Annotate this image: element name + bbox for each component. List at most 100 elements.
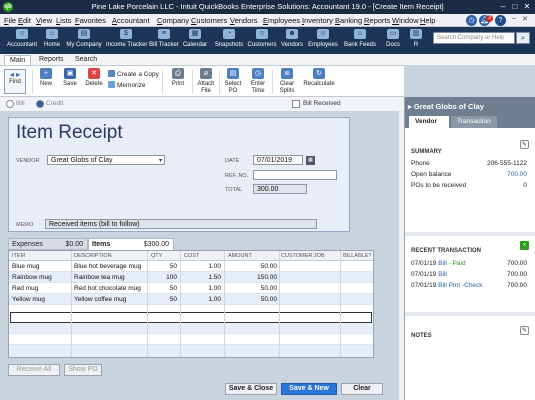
ribbon-divider xyxy=(219,70,220,94)
menu-employees[interactable]: Employees xyxy=(263,16,300,25)
iconbar-bank-feeds[interactable]: ⌂ Bank Feeds xyxy=(343,29,377,53)
iconbar-bill-tracker[interactable]: ≡ Bill Tracker xyxy=(148,29,180,53)
clock-icon[interactable]: ◷ xyxy=(466,15,477,26)
employees-icon: ☺ xyxy=(317,29,329,39)
menu-customers[interactable]: Customers xyxy=(191,16,227,25)
menu-view[interactable]: View xyxy=(36,16,52,25)
table-row[interactable]: Red mug Red hot chocolate mug 50 1.00 50… xyxy=(9,283,373,294)
table-row[interactable]: Blue mug Blue hot beverage mug 50 1.00 5… xyxy=(9,261,373,272)
table-row-empty[interactable] xyxy=(9,334,373,345)
receive-all-button[interactable]: Receive All xyxy=(8,364,60,376)
cell-cost: 1.00 xyxy=(208,296,221,303)
table-row-active[interactable] xyxy=(10,312,372,323)
show-po-button[interactable]: Show PO xyxy=(64,364,102,376)
bill-radio[interactable] xyxy=(6,100,14,108)
iconbar-docs[interactable]: ▭ Docs xyxy=(383,29,403,53)
tab-expenses[interactable]: Expenses $0.00 xyxy=(8,238,88,250)
memorize-button[interactable]: Memorize xyxy=(108,81,146,89)
table-row[interactable]: Yellow mug Yellow coffee mug 50 1.00 50.… xyxy=(9,294,373,305)
open-balance-value[interactable]: 700.00 xyxy=(507,171,527,178)
clear-button[interactable]: Clear xyxy=(341,383,383,395)
vendor-select[interactable]: Great Globs of Clay ▾ xyxy=(47,155,165,165)
iconbar-income-tracker[interactable]: $ Income Tracker xyxy=(106,29,147,53)
menu-help[interactable]: Help xyxy=(420,16,435,25)
cell-qty: 50 xyxy=(169,285,177,292)
menu-vendors[interactable]: Vendors xyxy=(230,16,258,25)
date-field[interactable]: 07/01/2019 xyxy=(253,155,303,165)
print-button[interactable]: ⎙ Print xyxy=(166,68,190,95)
edit-notes-pencil-icon[interactable]: ✎ xyxy=(520,326,529,335)
search-icon[interactable]: ⌕ xyxy=(516,32,530,44)
delete-button[interactable]: ✕ Delete xyxy=(82,68,106,95)
maximize-icon[interactable]: □ xyxy=(509,1,521,12)
clear-splits-button[interactable]: ≣ Clear Splits xyxy=(275,68,299,95)
attach-file-button[interactable]: ⌀ Attach File xyxy=(194,68,218,95)
close-icon[interactable]: ✕ xyxy=(521,1,533,12)
iconbar-vendors[interactable]: ☻ Vendors xyxy=(279,29,305,53)
edit-pencil-icon[interactable]: ✎ xyxy=(520,140,529,149)
txn-type[interactable]: Bill xyxy=(438,271,447,278)
column-divider xyxy=(279,251,280,357)
memo-field[interactable]: Received items (bill to follow) xyxy=(45,219,317,229)
iconbar-home[interactable]: ⌂ Home xyxy=(42,29,62,53)
menu-file[interactable]: File xyxy=(4,16,16,25)
menu-accountant[interactable]: Accountant xyxy=(112,16,150,25)
iconbar-snapshots[interactable]: ◔ Snapshots xyxy=(214,29,244,53)
txn-type[interactable]: Bill Pmt -Check xyxy=(438,282,482,289)
search-input[interactable]: Search Company or Help xyxy=(433,32,515,44)
credit-radio[interactable] xyxy=(36,100,44,108)
calendar-icon[interactable]: ▦ xyxy=(306,156,315,165)
find-button[interactable]: ◂ ▸ Find xyxy=(4,69,26,94)
iconbar-accountant[interactable]: ☺ Accountant xyxy=(6,29,38,53)
new-button[interactable]: + New xyxy=(34,68,58,95)
iconbar-customers[interactable]: ☺ Customers xyxy=(247,29,277,53)
table-row[interactable]: Rainbow mug Rainbow tea mug 100 1.50 150… xyxy=(9,272,373,283)
ref-no-field[interactable] xyxy=(253,170,337,180)
total-label: TOTAL xyxy=(225,187,243,193)
delete-icon: ✕ xyxy=(88,68,100,79)
tab-items[interactable]: Items $300.00 xyxy=(88,238,174,250)
tab-search[interactable]: Search xyxy=(70,55,102,65)
txn-type[interactable]: Bill xyxy=(438,260,447,267)
save-new-button[interactable]: Save & New xyxy=(281,383,337,395)
tab-expenses-label: Expenses xyxy=(12,241,43,248)
child-close-icon[interactable]: ✕ xyxy=(520,15,530,26)
tab-vendor[interactable]: Vendor xyxy=(409,116,449,128)
save-close-button[interactable]: Save & Close xyxy=(225,383,277,395)
tab-transaction[interactable]: Transaction xyxy=(451,116,497,128)
table-row-empty[interactable] xyxy=(9,323,373,334)
tab-reports[interactable]: Reports xyxy=(34,55,69,65)
iconbar-employees[interactable]: ☺ Employees xyxy=(308,29,338,53)
recalculate-button[interactable]: ↻ Recalculate xyxy=(302,68,336,95)
create-copy-button[interactable]: Create a Copy xyxy=(108,70,159,78)
save-button[interactable]: ▣ Save xyxy=(58,68,82,95)
cell-description: Yellow coffee mug xyxy=(74,296,127,303)
iconbar-calendar[interactable]: ▦ Calendar xyxy=(182,29,208,53)
table-row-empty[interactable] xyxy=(9,345,373,357)
menu-inventory[interactable]: Inventory xyxy=(302,16,333,25)
select-po-button[interactable]: ▤ Select PO xyxy=(221,68,245,95)
help-icon[interactable]: ? xyxy=(495,15,506,26)
column-divider xyxy=(180,251,181,357)
menu-reports[interactable]: Reports xyxy=(364,16,390,25)
txn-date: 07/01/19 xyxy=(411,271,437,278)
collapse-arrow-icon[interactable]: ▸ xyxy=(408,102,412,111)
col-customer-job: CUSTOMER:JOB xyxy=(281,253,325,259)
menu-lists[interactable]: Lists xyxy=(56,16,71,25)
excel-export-icon[interactable]: x xyxy=(520,241,529,250)
tab-main[interactable]: Main xyxy=(4,55,32,65)
col-amount: AMOUNT xyxy=(228,253,252,259)
menu-favorites[interactable]: Favorites xyxy=(75,16,106,25)
menu-edit[interactable]: Edit xyxy=(18,16,31,25)
bill-received-checkbox[interactable] xyxy=(292,100,300,108)
iconbar-reports[interactable]: ▥ R xyxy=(408,29,424,53)
menu-banking[interactable]: Banking xyxy=(335,16,362,25)
enter-time-button[interactable]: ◷ Enter Time xyxy=(246,68,270,95)
menu-company[interactable]: Company xyxy=(157,16,189,25)
txn-amount: 700.00 xyxy=(507,260,527,267)
child-minimize-icon[interactable]: – xyxy=(509,15,519,26)
iconbar-my-company[interactable]: ▤ My Company xyxy=(66,29,102,53)
minimize-icon[interactable]: – xyxy=(497,1,509,12)
iconbar-label: Employees xyxy=(308,42,338,48)
menu-window[interactable]: Window xyxy=(392,16,419,25)
